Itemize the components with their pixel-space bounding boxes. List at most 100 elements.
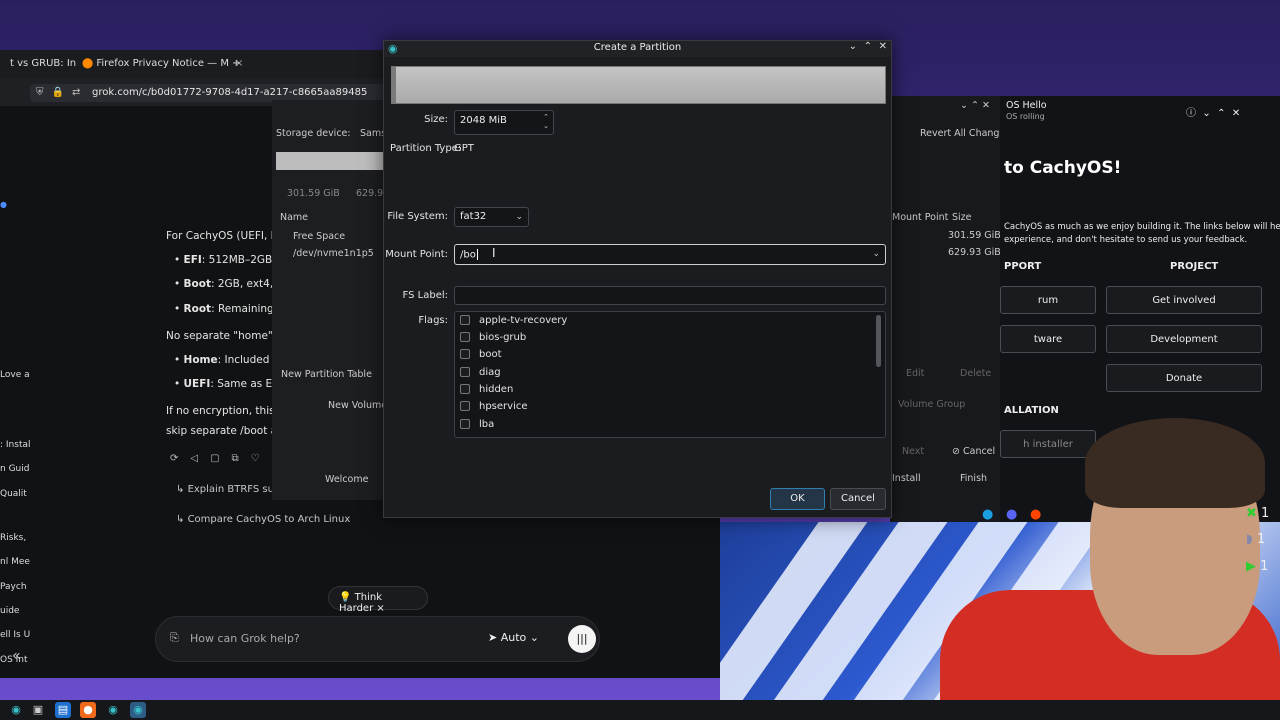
firefox-icon: ⬤ bbox=[82, 58, 97, 69]
ask-input[interactable]: ⎘ How can Grok help? ➤ Auto ⌄ ||| bbox=[155, 616, 600, 662]
checkbox[interactable] bbox=[460, 401, 470, 411]
chevron-down-icon[interactable]: ⌄ bbox=[872, 249, 880, 259]
ok-button[interactable]: OK bbox=[770, 488, 825, 510]
size-label: 301.59 GiB bbox=[287, 188, 340, 199]
history-item[interactable]: Paych bbox=[0, 582, 27, 592]
forum-button[interactable]: rum bbox=[1000, 286, 1096, 314]
donate-button[interactable]: Donate bbox=[1106, 364, 1262, 392]
cancel-step-button[interactable]: ⊘ Cancel bbox=[952, 446, 995, 457]
launch-installer-button[interactable]: h installer bbox=[1000, 430, 1096, 458]
column-name: Name bbox=[280, 212, 309, 223]
hello-window-controls[interactable]: ⓘ ⌄ ⌃ ✕ bbox=[1186, 104, 1240, 119]
maximize-icon[interactable]: ⌃ bbox=[864, 41, 872, 52]
dot-icon: ● bbox=[0, 200, 7, 209]
new-volume-button[interactable]: New Volume bbox=[328, 400, 387, 411]
chat-text: No separate "home" c bbox=[166, 330, 281, 342]
text-cursor-icon: I bbox=[492, 246, 496, 260]
flag-hpservice[interactable]: hpservice bbox=[460, 401, 528, 418]
flag-boot[interactable]: boot bbox=[460, 349, 502, 366]
flags-scrollbar[interactable] bbox=[876, 315, 881, 367]
checkbox[interactable] bbox=[460, 419, 470, 429]
mode-select[interactable]: ➤ Auto ⌄ bbox=[488, 631, 539, 644]
window-controls[interactable]: ⌄ ⌃ ✕ bbox=[960, 100, 990, 111]
software-button[interactable]: tware bbox=[1000, 325, 1096, 353]
delete-button[interactable]: Delete bbox=[960, 368, 991, 379]
history-item[interactable]: nl Mee bbox=[0, 557, 30, 567]
firefox-icon[interactable]: ● bbox=[80, 702, 96, 718]
reddit-icon[interactable]: ● bbox=[1030, 507, 1041, 522]
flag-lba[interactable]: lba bbox=[460, 419, 494, 436]
history-item[interactable]: ell Is U bbox=[0, 630, 30, 640]
attach-icon[interactable]: ⎘ bbox=[170, 631, 179, 645]
partition-row[interactable]: Free Space bbox=[293, 231, 345, 242]
message-actions[interactable]: ⟳◁▢⧉♡ bbox=[170, 453, 272, 464]
start-menu-icon[interactable]: ◉ bbox=[8, 702, 24, 718]
preview-edge bbox=[392, 67, 396, 103]
partition-row[interactable]: /dev/nvme1n1p5 bbox=[293, 248, 374, 259]
text-caret bbox=[476, 249, 478, 260]
cachyos-logo-icon: ◉ bbox=[388, 42, 398, 55]
install-button[interactable]: Install bbox=[892, 473, 921, 484]
development-button[interactable]: Development bbox=[1106, 325, 1262, 353]
blurb-line: experience, and don't hesitate to send u… bbox=[1004, 235, 1248, 245]
filesystem-select[interactable]: fat32 ⌄ bbox=[454, 207, 529, 227]
flag-diag[interactable]: diag bbox=[460, 367, 501, 384]
filesystem-label: File System: bbox=[387, 211, 448, 222]
history-item[interactable]: Qualit bbox=[0, 489, 27, 499]
size-value: 2048 MiB bbox=[460, 115, 507, 126]
checkbox[interactable] bbox=[460, 315, 470, 325]
hello-title: OS Hello bbox=[1006, 100, 1047, 111]
next-button[interactable]: Next bbox=[902, 446, 924, 457]
chat-text: skip separate /boot a bbox=[166, 425, 278, 437]
history-item[interactable]: : Instal bbox=[0, 440, 31, 450]
flag-hidden[interactable]: hidden bbox=[460, 384, 513, 401]
edit-button[interactable]: Edit bbox=[906, 368, 924, 379]
history-item[interactable]: uide bbox=[0, 606, 19, 616]
flag-apple-tv-recovery[interactable]: apple-tv-recovery bbox=[460, 315, 567, 332]
voice-icon[interactable]: ||| bbox=[568, 625, 596, 653]
column-mount: Mount Point bbox=[892, 212, 949, 223]
side-count: ▶ 1 bbox=[1246, 559, 1269, 574]
side-count: ✖ 1 bbox=[1246, 506, 1270, 521]
chevron-down-icon: ⌄ bbox=[515, 212, 523, 222]
storage-label: Storage device: bbox=[276, 128, 351, 139]
checkbox[interactable] bbox=[460, 384, 470, 394]
files-icon[interactable]: ▤ bbox=[55, 702, 71, 718]
finish-button[interactable]: Finish bbox=[960, 473, 987, 484]
history-item[interactable]: Love a bbox=[0, 370, 30, 380]
close-icon[interactable]: ✕ bbox=[879, 41, 887, 52]
get-involved-button[interactable]: Get involved bbox=[1106, 286, 1262, 314]
new-tab-button[interactable]: + bbox=[222, 54, 250, 76]
size-label: Size: bbox=[424, 114, 448, 125]
fs-label-input[interactable] bbox=[454, 286, 886, 305]
flag-bios-grub[interactable]: bios-grub bbox=[460, 332, 526, 349]
new-partition-table-button[interactable]: New Partition Table bbox=[281, 369, 372, 380]
volume-group-button[interactable]: Volume Group bbox=[898, 399, 965, 410]
partition-type-label: Partition Type: bbox=[390, 143, 462, 154]
checkbox[interactable] bbox=[460, 332, 470, 342]
cancel-button[interactable]: Cancel bbox=[830, 488, 886, 510]
minimize-icon[interactable]: ⌄ bbox=[849, 41, 857, 52]
history-item[interactable]: Risks, bbox=[0, 533, 26, 543]
suggestion-item[interactable]: ↳ Compare CachyOS to Arch Linux bbox=[176, 514, 350, 525]
dialog-title: Create a Partition bbox=[593, 42, 682, 53]
collapse-sidebar-icon[interactable]: « bbox=[12, 648, 21, 664]
shield-lock-icon[interactable]: ⛨🔒⇄ bbox=[36, 87, 88, 98]
suggestion-item[interactable]: ↳ Explain BTRFS sub bbox=[176, 484, 280, 495]
size-spinbox[interactable]: 2048 MiB ⌃ ⌄ bbox=[454, 110, 554, 135]
installer-icon[interactable]: ◉ bbox=[105, 702, 121, 718]
hello-icon[interactable]: ◉ bbox=[130, 702, 146, 718]
mount-point-input[interactable]: /bo ⌄ bbox=[454, 244, 886, 265]
think-harder-button[interactable]: 💡 Think Harder × bbox=[328, 586, 428, 614]
history-item[interactable]: n Guid bbox=[0, 464, 29, 474]
revert-button[interactable]: Revert All Changes bbox=[920, 128, 1010, 139]
discord-icon[interactable]: ● bbox=[1006, 507, 1017, 522]
spin-arrows-icon[interactable]: ⌃ ⌄ bbox=[543, 113, 549, 131]
project-heading: PROJECT bbox=[1170, 261, 1219, 272]
installer-panel: Revert All Changes Mount Point Size 301.… bbox=[890, 96, 1010, 526]
telegram-icon[interactable]: ● bbox=[982, 507, 993, 522]
checkbox[interactable] bbox=[460, 349, 470, 359]
checkbox[interactable] bbox=[460, 367, 470, 377]
welcome-step: Welcome bbox=[325, 474, 369, 485]
desktop-icon[interactable]: ▣ bbox=[30, 702, 46, 718]
